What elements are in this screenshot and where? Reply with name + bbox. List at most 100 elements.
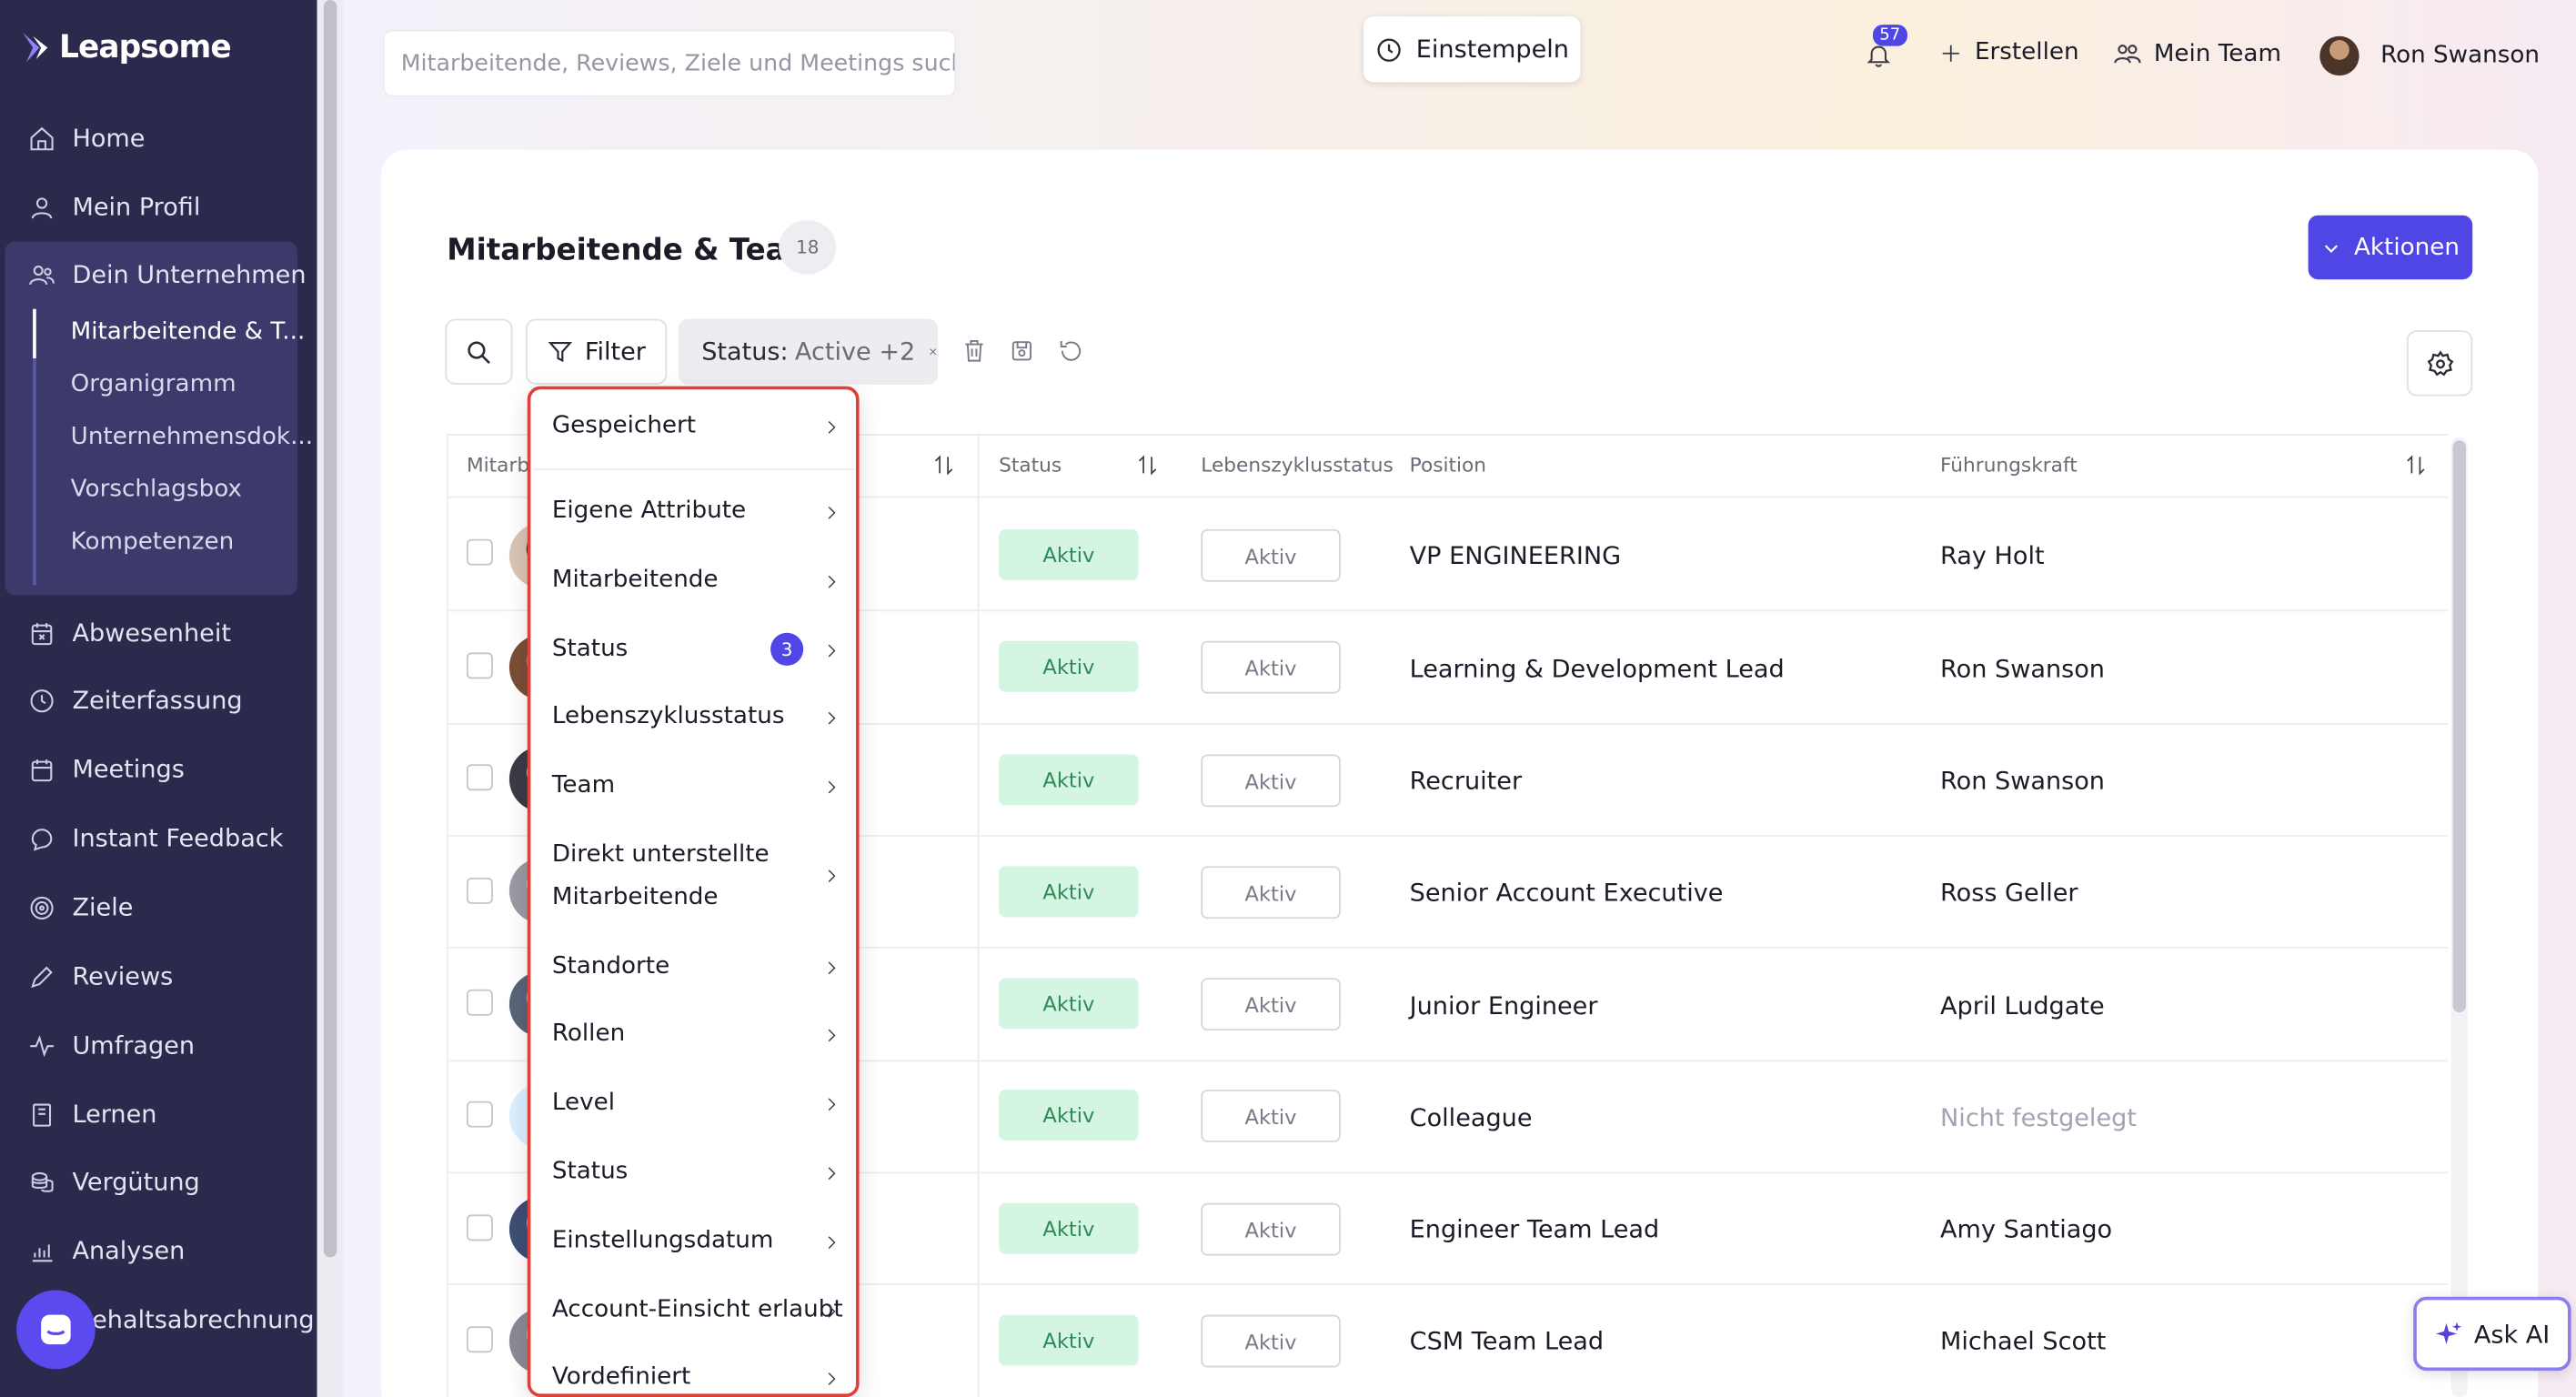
sidebar-item-label: Reviews xyxy=(72,961,174,991)
filter-label: Filter xyxy=(584,337,646,367)
manager-cell[interactable]: Ross Geller xyxy=(1940,878,2078,908)
sidebar-item-payroll[interactable]: ehaltsabrechnung xyxy=(92,1300,315,1339)
sidebar-item-absence[interactable]: Abwesenheit xyxy=(26,613,231,652)
manager-cell[interactable]: Ray Holt xyxy=(1940,541,2045,571)
clear-filters-button[interactable] xyxy=(961,337,988,371)
header-employee[interactable]: Mitarb xyxy=(467,454,529,477)
sidebar-item-analytics[interactable]: Analysen xyxy=(26,1231,185,1270)
search-icon xyxy=(468,340,490,364)
sidebar-item-profile[interactable]: Mein Profil xyxy=(26,187,201,226)
header-position[interactable]: Position xyxy=(1410,454,1486,477)
manager-cell[interactable]: Ron Swanson xyxy=(1940,766,2105,796)
table-scrollbar-thumb[interactable] xyxy=(2452,440,2466,1013)
clock-in-button[interactable]: Einstempeln xyxy=(1363,16,1581,83)
employee-count-badge: 18 xyxy=(779,220,837,275)
row-checkbox[interactable] xyxy=(466,652,493,679)
user-menu-button[interactable]: Ron Swanson xyxy=(2319,35,2540,76)
sidebar-item-label: Mein Profil xyxy=(72,192,201,222)
submenu-active-indicator xyxy=(33,308,36,358)
filter-menu-item-label: Lebenszyklusstatus xyxy=(551,703,785,730)
sidebar-item-surveys[interactable]: Umfragen xyxy=(26,1026,195,1065)
sidebar-subitem-suggestion-box[interactable]: Vorschlagsbox xyxy=(71,477,242,503)
sparkle-icon xyxy=(2435,1322,2461,1344)
plus-icon xyxy=(1942,44,1959,61)
sidebar-subitem-org-chart[interactable]: Organigramm xyxy=(71,371,236,397)
clock-icon xyxy=(1377,37,1401,61)
sidebar-item-reviews[interactable]: Reviews xyxy=(26,957,173,996)
sort-status-button[interactable] xyxy=(1135,452,1160,485)
header-lifecycle[interactable]: Lebenszyklusstatus xyxy=(1201,454,1394,477)
manager-cell[interactable]: Ron Swanson xyxy=(1940,654,2105,684)
sidebar-item-meetings[interactable]: Meetings xyxy=(26,749,185,789)
lifecycle-badge: Aktiv xyxy=(1201,754,1341,808)
filter-menu-item-label-line2: Mitarbeitende xyxy=(551,884,719,911)
manager-cell[interactable]: April Ludgate xyxy=(1940,991,2105,1021)
support-chat-button[interactable] xyxy=(16,1290,96,1370)
filter-menu-item-label: Account-Einsicht erlaubt xyxy=(551,1296,843,1323)
filter-menu-item-label: Eigene Attribute xyxy=(551,497,747,525)
sidebar-subitem-competencies[interactable]: Kompetenzen xyxy=(71,529,235,556)
filter-menu-item-label: Einstellungsdatum xyxy=(551,1227,774,1254)
close-icon[interactable] xyxy=(929,342,939,362)
my-team-button[interactable]: Mein Team xyxy=(2113,39,2281,69)
chevron-right-icon xyxy=(821,863,841,894)
sidebar-item-instant-feedback[interactable]: Instant Feedback xyxy=(26,819,284,858)
sidebar-subitem-employees-teams[interactable]: Mitarbeitende & T... xyxy=(71,319,306,346)
position-cell: Colleague xyxy=(1409,1102,1533,1133)
header-manager[interactable]: Führungskraft xyxy=(1940,454,2078,477)
lifecycle-badge: Aktiv xyxy=(1201,1090,1341,1142)
row-checkbox[interactable] xyxy=(466,989,493,1016)
sort-manager-button[interactable] xyxy=(2403,452,2428,485)
filter-menu-item-label: Team xyxy=(551,772,616,799)
sidebar-item-label: Lernen xyxy=(72,1099,157,1130)
row-checkbox[interactable] xyxy=(466,1101,493,1128)
table-search-button[interactable] xyxy=(445,318,513,385)
row-checkbox[interactable] xyxy=(466,877,493,904)
sidebar-item-goals[interactable]: Ziele xyxy=(26,888,134,927)
table-settings-button[interactable] xyxy=(2406,330,2473,397)
status-chip-value: Active +2 xyxy=(794,337,916,367)
sidebar-item-label: Meetings xyxy=(72,754,185,784)
filter-menu-item-label: Standorte xyxy=(551,953,670,980)
status-badge: Aktiv xyxy=(999,866,1139,918)
sidebar-item-label: Abwesenheit xyxy=(72,618,231,648)
row-checkbox[interactable] xyxy=(466,538,493,566)
clock-in-label: Einstempeln xyxy=(1415,34,1569,65)
book-icon xyxy=(26,1100,56,1130)
sidebar-item-learning[interactable]: Lernen xyxy=(26,1095,157,1134)
create-button[interactable]: Erstellen xyxy=(1938,39,2079,65)
sidebar-subitem-company-docs[interactable]: Unternehmensdok... xyxy=(71,424,313,450)
chevron-right-icon xyxy=(821,1299,841,1330)
manager-cell[interactable]: Amy Santiago xyxy=(1940,1214,2112,1244)
leapsome-logo-icon xyxy=(23,33,48,63)
sort-icon xyxy=(1138,455,1157,476)
sidebar-item-label: Umfragen xyxy=(72,1030,196,1060)
chevron-down-icon xyxy=(2324,244,2338,253)
sort-employee-button[interactable] xyxy=(931,452,956,485)
ask-ai-label: Ask AI xyxy=(2473,1319,2551,1349)
manager-cell[interactable]: Michael Scott xyxy=(1940,1326,2106,1356)
sidebar-item-compensation[interactable]: Vergütung xyxy=(26,1162,200,1201)
row-checkbox[interactable] xyxy=(466,1326,493,1353)
save-filter-button[interactable] xyxy=(1009,337,1035,371)
pen-icon xyxy=(26,961,56,991)
status-filter-chip[interactable]: Status: Active +2 xyxy=(678,318,939,385)
filter-menu-item-label: Mitarbeitende xyxy=(551,567,719,594)
lifecycle-badge: Aktiv xyxy=(1201,528,1341,582)
ask-ai-button[interactable]: Ask AI xyxy=(2413,1296,2571,1372)
sidebar-item-company[interactable]: Dein Unternehmen xyxy=(26,255,307,294)
sidebar-item-time-tracking[interactable]: Zeiterfassung xyxy=(26,680,243,719)
sidebar-scrollbar-thumb[interactable] xyxy=(323,0,337,1258)
row-checkbox[interactable] xyxy=(466,1214,493,1241)
status-badge: Aktiv xyxy=(999,640,1139,692)
sidebar: Leapsome Home Mein Profil Dein Unternehm… xyxy=(0,0,317,1397)
sidebar-item-home[interactable]: Home xyxy=(26,118,146,157)
header-status[interactable]: Status xyxy=(999,454,1062,477)
leapsome-logo[interactable]: Leapsome xyxy=(20,30,232,65)
filter-button[interactable]: Filter xyxy=(525,318,668,385)
manager-cell[interactable]: Nicht festgelegt xyxy=(1940,1103,2137,1133)
row-checkbox[interactable] xyxy=(466,764,493,791)
reset-filter-button[interactable] xyxy=(1058,337,1084,371)
global-search-input[interactable]: Mitarbeitende, Reviews, Ziele und Meetin… xyxy=(382,29,957,97)
actions-button[interactable]: Aktionen xyxy=(2308,215,2473,280)
